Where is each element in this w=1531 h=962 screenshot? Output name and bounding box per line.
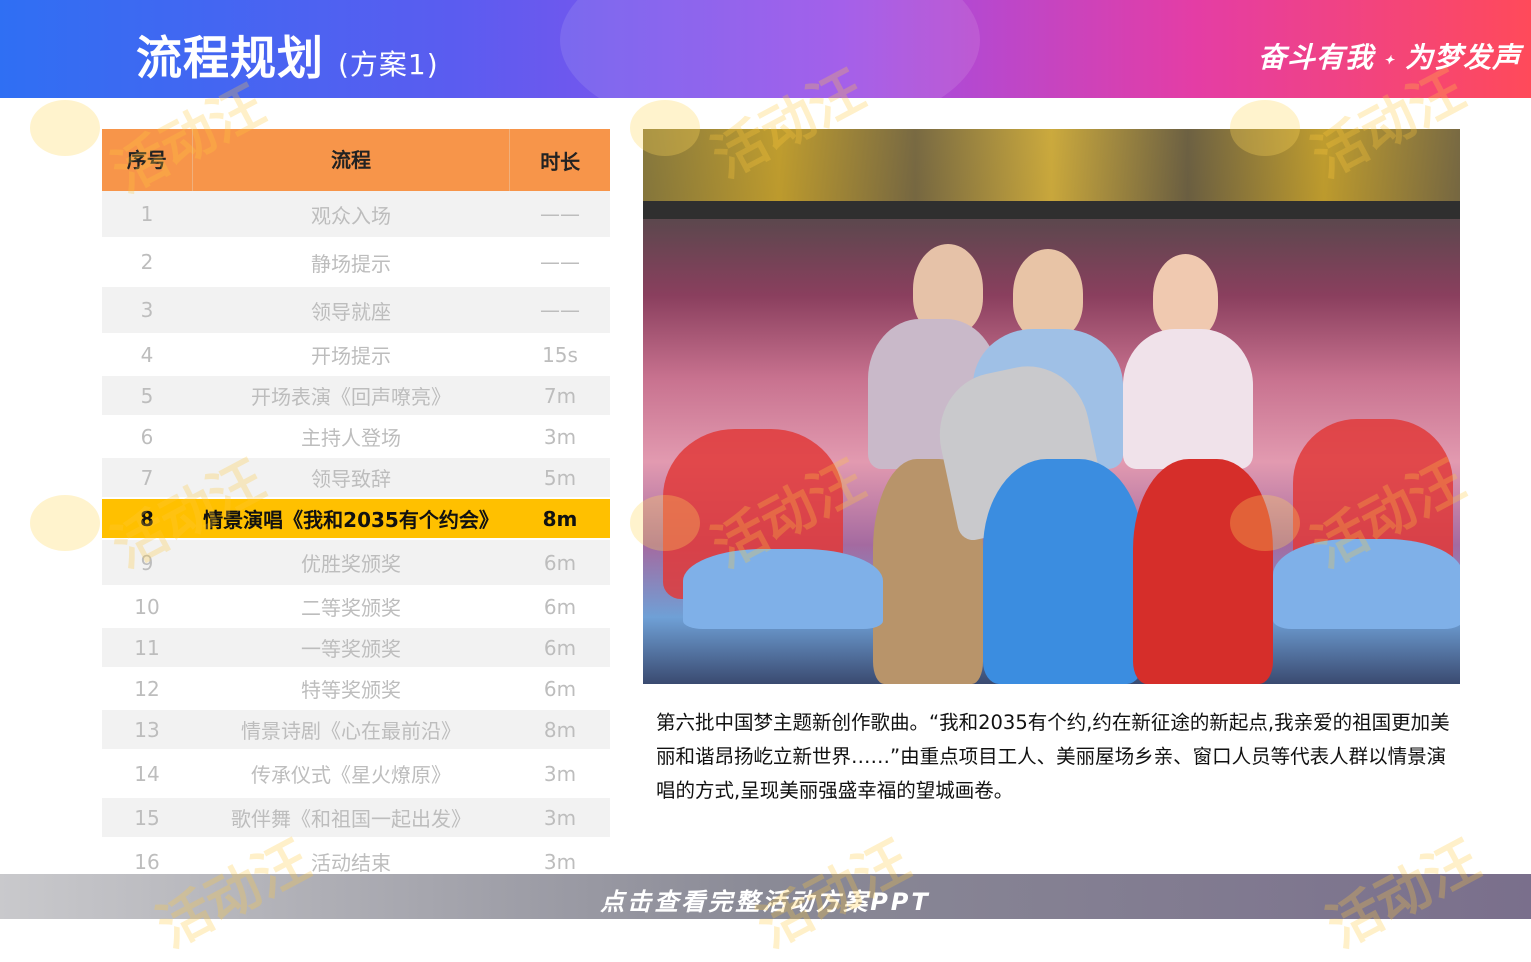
table-body: 1 观众入场 —— 2 静场提示 —— 3 领导就座 —— 4 开场提示 15s 5 开场表演《回声嘹亮》… (102, 191, 610, 884)
row-no: 12 (134, 676, 160, 701)
star-icon: ✦ (1384, 52, 1396, 67)
view-full-plan-link[interactable]: 点击查看完整活动方案PPT (0, 882, 1531, 917)
header-no: 序号 (102, 129, 193, 191)
row-item: 歌伴舞《和祖国一起出发》 (231, 807, 471, 831)
performer-center-pants (983, 459, 1143, 684)
row-duration: 3m (543, 805, 577, 830)
row-duration: —— (540, 298, 580, 322)
row-item: 优胜奖颁奖 (301, 552, 401, 576)
table-row: 11 一等奖颁奖 6m (102, 626, 610, 667)
table-row: 6 主持人登场 3m (102, 415, 610, 456)
row-no: 16 (134, 849, 160, 874)
table-row: 10 二等奖颁奖 6m (102, 585, 610, 626)
photo-caption: 第六批中国梦主题新创作歌曲。“我和2035有个约,约在新征途的新起点,我亲爱的祖… (656, 711, 1450, 802)
table-row: 15 歌伴舞《和祖国一起出发》 3m (102, 796, 610, 837)
row-no: 15 (134, 805, 160, 830)
brand-slogan-right: 为梦发声 (1405, 41, 1522, 74)
performer-right-head (1153, 254, 1218, 339)
row-duration: 15s (542, 342, 578, 367)
row-no: 8 (140, 506, 154, 531)
page-title-text: 流程规划 (136, 31, 324, 85)
row-duration: 6m (543, 635, 577, 660)
backstage-dancers (643, 129, 1460, 209)
stage-rail (643, 201, 1460, 219)
row-duration: 5m (543, 465, 577, 490)
row-item: 二等奖颁奖 (301, 596, 401, 620)
table-row: 9 优胜奖颁奖 6m (102, 538, 610, 585)
row-item: 开场表演《回声嘹亮》 (251, 385, 451, 409)
row-duration: 8m (542, 506, 578, 531)
table-row: 2 静场提示 —— (102, 237, 610, 285)
row-no: 1 (140, 202, 154, 226)
footer-bar[interactable]: 点击查看完整活动方案PPT (0, 874, 1531, 919)
row-no: 13 (134, 717, 160, 742)
row-duration: 3m (543, 424, 577, 449)
mascot-watermark-icon (30, 495, 100, 551)
row-duration: 6m (543, 550, 577, 575)
row-item: 特等奖颁奖 (301, 678, 401, 702)
row-no: 10 (134, 594, 160, 619)
performer-right-blouse (1123, 329, 1253, 469)
row-item: 一等奖颁奖 (301, 637, 401, 661)
table-row: 3 领导就座 —— (102, 285, 610, 333)
brand-slogan: 奋斗有我 ✦ 为梦发声 (1258, 36, 1521, 76)
row-duration: 8m (543, 717, 577, 742)
table-row-highlighted: 8 情景演唱《我和2035有个约会》 8m (102, 497, 610, 538)
row-duration: 3m (543, 761, 577, 786)
performance-photo (643, 129, 1460, 684)
table-row: 5 开场表演《回声嘹亮》 7m (102, 374, 610, 415)
row-duration: 3m (543, 849, 577, 874)
banner-glow (560, 0, 980, 98)
schedule-table: 序号 流程 时长 1 观众入场 —— 2 静场提示 —— 3 领导就座 —— 4 开场提示 15s 5 开… (102, 129, 610, 884)
row-no: 11 (134, 635, 160, 660)
row-duration: 6m (543, 676, 577, 701)
performer-center-head (1013, 249, 1083, 339)
row-no: 6 (140, 424, 154, 449)
table-row: 7 领导致辞 5m (102, 456, 610, 497)
performer-right-pants (1133, 459, 1273, 684)
row-item: 情景诗剧《心在最前沿》 (241, 719, 461, 743)
row-duration: —— (540, 250, 580, 274)
row-item: 主持人登场 (301, 426, 401, 450)
row-no: 7 (140, 465, 154, 490)
page-title: 流程规划 (方案1) (136, 22, 439, 88)
row-duration: 7m (543, 383, 577, 408)
table-row: 13 情景诗剧《心在最前沿》 8m (102, 708, 610, 749)
row-no: 5 (140, 383, 154, 408)
table-row: 4 开场提示 15s (102, 333, 610, 374)
row-item: 活动结束 (311, 851, 391, 875)
brand-slogan-left: 奋斗有我 (1258, 41, 1375, 74)
page-subtitle: (方案1) (338, 48, 439, 81)
row-no: 4 (140, 342, 154, 367)
row-item: 静场提示 (311, 251, 391, 276)
row-item: 领导致辞 (311, 467, 391, 491)
row-item: 领导就座 (311, 299, 391, 324)
mascot-watermark-icon (30, 100, 100, 156)
header-duration: 时长 (540, 149, 581, 174)
row-no: 2 (140, 250, 154, 274)
table-row: 12 特等奖颁奖 6m (102, 667, 610, 708)
table-row: 1 观众入场 —— (102, 191, 610, 237)
table-row: 14 传承仪式《星火燎原》 3m (102, 749, 610, 796)
table-header: 序号 流程 时长 (102, 129, 610, 191)
row-item: 传承仪式《星火燎原》 (251, 763, 451, 787)
row-item: 情景演唱《我和2035有个约会》 (203, 508, 499, 532)
row-item: 观众入场 (311, 203, 391, 228)
row-duration: —— (540, 202, 580, 226)
row-no: 9 (140, 550, 154, 575)
header-item: 流程 (193, 129, 511, 191)
child-dancer-right-skirt (1273, 539, 1460, 629)
row-no: 3 (140, 298, 154, 322)
row-item: 开场提示 (311, 344, 391, 368)
row-no: 14 (134, 761, 160, 786)
header-banner: 流程规划 (方案1) 奋斗有我 ✦ 为梦发声 (0, 0, 1531, 98)
row-duration: 6m (543, 594, 577, 619)
child-dancer-left-skirt (683, 549, 883, 629)
